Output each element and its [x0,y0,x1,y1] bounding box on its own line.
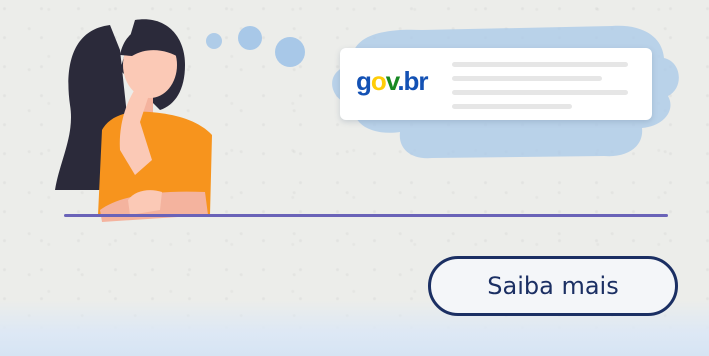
saiba-mais-button[interactable]: Saiba mais [428,256,678,316]
placeholder-line [452,104,572,109]
thought-bubble-icon [206,33,222,49]
divider-line [64,214,668,217]
govbr-banner: gov.br Saiba mais [0,0,709,356]
saiba-mais-label: Saiba mais [487,272,619,300]
placeholder-line [452,90,628,95]
thought-bubble-icon [238,26,262,50]
govbr-logo: gov.br [356,66,429,96]
thought-bubble-icon [275,37,305,67]
logo-part-br: .br [397,66,428,96]
govbr-card: gov.br [340,48,652,120]
placeholder-line [452,76,602,81]
placeholder-line [452,62,628,67]
logo-part-v: v [385,66,398,96]
logo-part-o: o [370,66,387,96]
logo-part-g: g [356,66,372,96]
